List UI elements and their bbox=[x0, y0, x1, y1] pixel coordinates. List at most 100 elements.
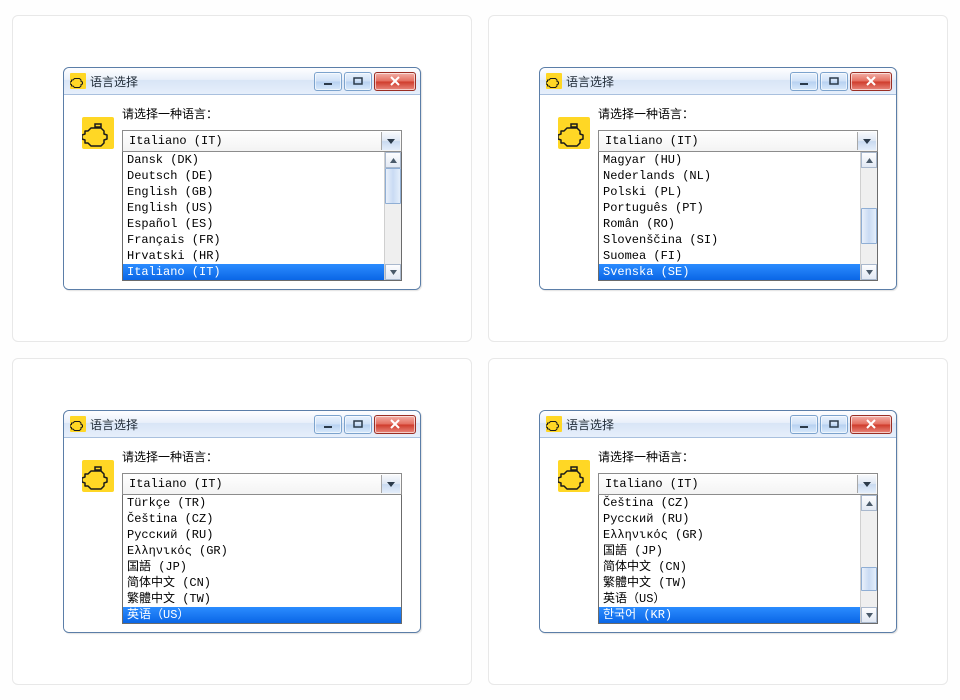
engine-icon bbox=[558, 117, 590, 149]
window-title: 语言选择 bbox=[90, 416, 314, 433]
list-item[interactable]: 简体中文 (CN) bbox=[599, 559, 860, 575]
list-item[interactable]: Čeština (CZ) bbox=[599, 495, 860, 511]
list-item[interactable]: English (US) bbox=[123, 200, 384, 216]
scroll-thumb[interactable] bbox=[861, 208, 877, 244]
list-item[interactable]: Suomea (FI) bbox=[599, 248, 860, 264]
engine-icon bbox=[82, 460, 114, 492]
window-title: 语言选择 bbox=[566, 73, 790, 90]
prompt-label: 请选择一种语言： bbox=[598, 448, 878, 465]
panel-1: 语言选择 请选择一种语言： Italiano (IT) bbox=[12, 15, 472, 342]
list-item[interactable]: Русский (RU) bbox=[599, 511, 860, 527]
close-button[interactable] bbox=[850, 72, 892, 91]
window-title: 语言选择 bbox=[566, 416, 790, 433]
scroll-track[interactable] bbox=[861, 168, 877, 264]
language-dialog: 语言选择 请选择一种语言： Italiano (IT) bbox=[539, 410, 897, 633]
list-item[interactable]: Polski (PL) bbox=[599, 184, 860, 200]
title-bar[interactable]: 语言选择 bbox=[64, 411, 420, 438]
chevron-down-icon[interactable] bbox=[381, 132, 400, 150]
language-combobox[interactable]: Italiano (IT) bbox=[598, 473, 878, 495]
list-item[interactable]: Italiano (IT) bbox=[123, 264, 384, 280]
list-item[interactable]: 英语（US） bbox=[599, 591, 860, 607]
list-item[interactable]: 简体中文 (CN) bbox=[123, 575, 401, 591]
prompt-label: 请选择一种语言： bbox=[122, 448, 402, 465]
list-item[interactable]: 繁體中文 (TW) bbox=[123, 591, 401, 607]
engine-icon bbox=[82, 117, 114, 149]
minimize-button[interactable] bbox=[314, 72, 342, 91]
title-bar[interactable]: 语言选择 bbox=[540, 411, 896, 438]
scrollbar[interactable] bbox=[384, 152, 401, 280]
list-item[interactable]: 国語 (JP) bbox=[599, 543, 860, 559]
list-item[interactable]: Türkçe (TR) bbox=[123, 495, 401, 511]
engine-icon bbox=[546, 73, 562, 89]
minimize-button[interactable] bbox=[314, 415, 342, 434]
list-item[interactable]: Deutsch (DE) bbox=[123, 168, 384, 184]
maximize-button[interactable] bbox=[344, 72, 372, 91]
maximize-button[interactable] bbox=[820, 415, 848, 434]
list-item[interactable]: Slovenščina (SI) bbox=[599, 232, 860, 248]
list-item[interactable]: Français (FR) bbox=[123, 232, 384, 248]
scroll-track[interactable] bbox=[385, 168, 401, 264]
language-combobox[interactable]: Italiano (IT) bbox=[598, 130, 878, 152]
panel-2: 语言选择 请选择一种语言： Italiano (IT) bbox=[488, 15, 948, 342]
chevron-down-icon[interactable] bbox=[857, 475, 876, 493]
window-buttons bbox=[790, 72, 892, 91]
list-item[interactable]: Ελληνικός (GR) bbox=[123, 543, 401, 559]
maximize-button[interactable] bbox=[820, 72, 848, 91]
maximize-button[interactable] bbox=[344, 415, 372, 434]
list-item[interactable]: 国語 (JP) bbox=[123, 559, 401, 575]
list-item[interactable]: Svenska (SE) bbox=[599, 264, 860, 280]
list-item[interactable]: Ελληνικός (GR) bbox=[599, 527, 860, 543]
engine-icon bbox=[70, 416, 86, 432]
list-item[interactable]: 英语（US） bbox=[123, 607, 401, 623]
language-combobox[interactable]: Italiano (IT) bbox=[122, 473, 402, 495]
combobox-value: Italiano (IT) bbox=[129, 477, 223, 491]
close-button[interactable] bbox=[850, 415, 892, 434]
language-dialog: 语言选择 请选择一种语言： Italiano (IT) bbox=[63, 67, 421, 290]
close-button[interactable] bbox=[374, 72, 416, 91]
panel-4: 语言选择 请选择一种语言： Italiano (IT) bbox=[488, 358, 948, 685]
close-button[interactable] bbox=[374, 415, 416, 434]
list-item[interactable]: English (GB) bbox=[123, 184, 384, 200]
language-listbox[interactable]: Magyar (HU) Nederlands (NL) Polski (PL) … bbox=[598, 152, 878, 281]
language-dialog: 语言选择 请选择一种语言： Italiano (IT) bbox=[63, 410, 421, 633]
list-item[interactable]: Čeština (CZ) bbox=[123, 511, 401, 527]
title-bar[interactable]: 语言选择 bbox=[540, 68, 896, 95]
combobox-value: Italiano (IT) bbox=[129, 134, 223, 148]
combobox-value: Italiano (IT) bbox=[605, 477, 699, 491]
list-item[interactable]: Nederlands (NL) bbox=[599, 168, 860, 184]
scroll-track[interactable] bbox=[861, 511, 877, 607]
language-listbox[interactable]: Türkçe (TR) Čeština (CZ) Русский (RU) Ελ… bbox=[122, 495, 402, 624]
list-item[interactable]: Dansk (DK) bbox=[123, 152, 384, 168]
dialog-body: 请选择一种语言： Italiano (IT) Čeština (CZ) Русс… bbox=[540, 438, 896, 632]
scroll-down-button[interactable] bbox=[861, 607, 877, 623]
list-item[interactable]: 繁體中文 (TW) bbox=[599, 575, 860, 591]
list-items: Čeština (CZ) Русский (RU) Ελληνικός (GR)… bbox=[599, 495, 860, 623]
list-item[interactable]: Português (PT) bbox=[599, 200, 860, 216]
chevron-down-icon[interactable] bbox=[857, 132, 876, 150]
scrollbar[interactable] bbox=[860, 152, 877, 280]
list-item[interactable]: Hrvatski (HR) bbox=[123, 248, 384, 264]
scroll-thumb[interactable] bbox=[385, 168, 401, 204]
scroll-up-button[interactable] bbox=[385, 152, 401, 168]
scrollbar[interactable] bbox=[860, 495, 877, 623]
window-buttons bbox=[314, 72, 416, 91]
minimize-button[interactable] bbox=[790, 415, 818, 434]
minimize-button[interactable] bbox=[790, 72, 818, 91]
list-item[interactable]: Român (RO) bbox=[599, 216, 860, 232]
title-bar[interactable]: 语言选择 bbox=[64, 68, 420, 95]
window-title: 语言选择 bbox=[90, 73, 314, 90]
language-combobox[interactable]: Italiano (IT) bbox=[122, 130, 402, 152]
list-item[interactable]: Español (ES) bbox=[123, 216, 384, 232]
list-item[interactable]: Русский (RU) bbox=[123, 527, 401, 543]
scroll-down-button[interactable] bbox=[385, 264, 401, 280]
list-item[interactable]: 한국어 (KR) bbox=[599, 607, 860, 623]
window-buttons bbox=[314, 415, 416, 434]
scroll-down-button[interactable] bbox=[861, 264, 877, 280]
scroll-up-button[interactable] bbox=[861, 495, 877, 511]
list-item[interactable]: Magyar (HU) bbox=[599, 152, 860, 168]
language-listbox[interactable]: Dansk (DK) Deutsch (DE) English (GB) Eng… bbox=[122, 152, 402, 281]
scroll-up-button[interactable] bbox=[861, 152, 877, 168]
scroll-thumb[interactable] bbox=[861, 567, 877, 591]
language-listbox[interactable]: Čeština (CZ) Русский (RU) Ελληνικός (GR)… bbox=[598, 495, 878, 624]
chevron-down-icon[interactable] bbox=[381, 475, 400, 493]
